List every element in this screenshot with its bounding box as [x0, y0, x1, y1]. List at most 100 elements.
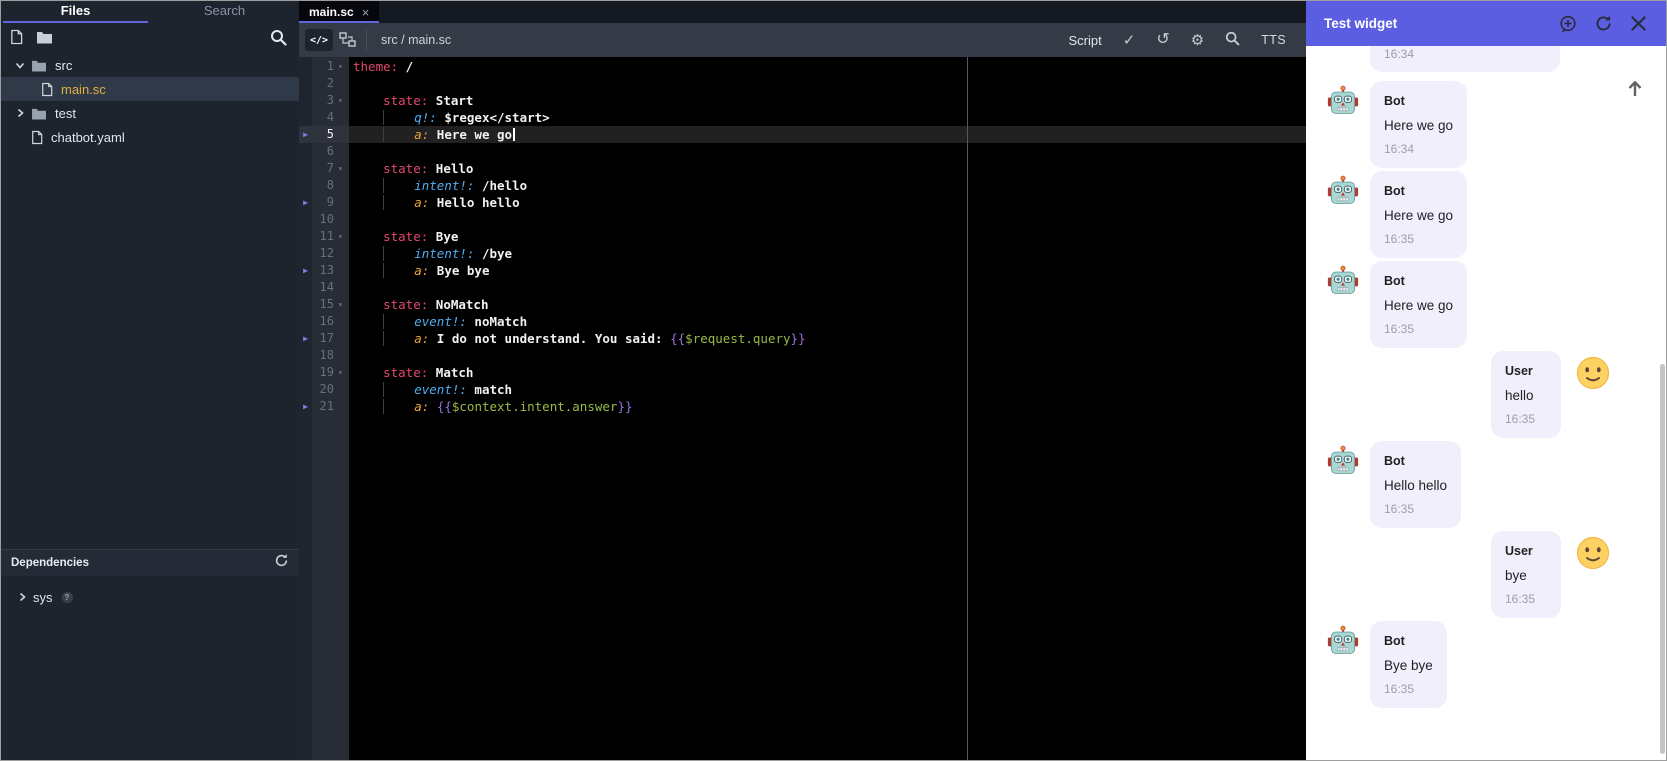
- code-line-7[interactable]: 7 ▾ state: Hello: [299, 160, 1306, 177]
- code-view-button[interactable]: </>: [305, 29, 333, 51]
- code-line-15[interactable]: 15 ▾ state: NoMatch: [299, 296, 1306, 313]
- line-number[interactable]: 8: [312, 177, 336, 194]
- code-text[interactable]: [349, 211, 1306, 228]
- chevron-right-icon[interactable]: [9, 108, 31, 118]
- code-text[interactable]: intent!: /bye: [349, 245, 1306, 262]
- fold-arrow-icon[interactable]: ▾: [336, 296, 349, 313]
- line-number[interactable]: 17: [312, 330, 336, 347]
- code-text[interactable]: theme: /: [349, 58, 1306, 75]
- chevron-right-icon[interactable]: [11, 592, 33, 602]
- tree-item-chatbot.yaml[interactable]: chatbot.yaml: [1, 125, 299, 149]
- code-text[interactable]: intent!: /hello: [349, 177, 1306, 194]
- line-number[interactable]: 4: [312, 109, 336, 126]
- code-line-16[interactable]: 16 event!: noMatch: [299, 313, 1306, 330]
- line-number[interactable]: 11: [312, 228, 336, 245]
- close-widget-icon[interactable]: [1629, 14, 1648, 33]
- line-number[interactable]: 10: [312, 211, 336, 228]
- code-text[interactable]: state: Hello: [349, 160, 1306, 177]
- chevron-down-icon[interactable]: [9, 61, 31, 70]
- fold-arrow-icon[interactable]: ▾: [336, 92, 349, 109]
- code-text[interactable]: state: Bye: [349, 228, 1306, 245]
- line-number[interactable]: 13: [312, 262, 336, 279]
- code-line-19[interactable]: 19 ▾ state: Match: [299, 364, 1306, 381]
- tree-item-src[interactable]: src: [1, 53, 299, 77]
- dependency-item-sys[interactable]: sys ?: [1, 585, 299, 609]
- debug-play-icon[interactable]: ▶: [299, 194, 312, 211]
- code-line-4[interactable]: 4 q!: $regex</start>: [299, 109, 1306, 126]
- line-number[interactable]: 1: [312, 58, 336, 75]
- line-number[interactable]: 2: [312, 75, 336, 92]
- code-line-10[interactable]: 10: [299, 211, 1306, 228]
- code-editor[interactable]: 1 ▾ theme: /2 3 ▾ state: Start 4 q!: $regex</…: [299, 57, 1306, 760]
- code-text[interactable]: [349, 279, 1306, 296]
- tts-button[interactable]: TTS: [1261, 33, 1286, 47]
- code-text[interactable]: a: I do not understand. You said: {{$req…: [349, 330, 1306, 347]
- scroll-to-top-icon[interactable]: [1622, 76, 1648, 102]
- tree-item-test[interactable]: test: [1, 101, 299, 125]
- line-number[interactable]: 9: [312, 194, 336, 211]
- line-number[interactable]: 20: [312, 381, 336, 398]
- debug-play-icon[interactable]: ▶: [299, 398, 312, 415]
- code-line-6[interactable]: 6: [299, 143, 1306, 160]
- fold-arrow-icon[interactable]: ▾: [336, 160, 349, 177]
- undo-icon[interactable]: ↺: [1156, 32, 1169, 48]
- chat-history[interactable]: 16:34 Bot Here we go 16:34 Bot Here we go 16:…: [1306, 46, 1666, 760]
- new-folder-icon[interactable]: [36, 30, 53, 44]
- code-line-11[interactable]: 11 ▾ state: Bye: [299, 228, 1306, 245]
- code-text[interactable]: state: NoMatch: [349, 296, 1306, 313]
- code-line-17[interactable]: ▶ 17 a: I do not understand. You said: {{…: [299, 330, 1306, 347]
- new-dialog-icon[interactable]: [1558, 14, 1578, 34]
- code-text[interactable]: [349, 347, 1306, 364]
- debug-play-icon[interactable]: ▶: [299, 126, 312, 143]
- fold-arrow-icon[interactable]: ▾: [336, 364, 349, 381]
- code-line-9[interactable]: ▶ 9 a: Hello hello: [299, 194, 1306, 211]
- line-number[interactable]: 18: [312, 347, 336, 364]
- fold-arrow-icon[interactable]: ▾: [336, 58, 349, 75]
- flow-view-button[interactable]: [339, 32, 356, 48]
- line-number[interactable]: 7: [312, 160, 336, 177]
- tree-item-main.sc[interactable]: main.sc: [1, 77, 299, 101]
- debug-play-icon[interactable]: ▶: [299, 330, 312, 347]
- tab-search[interactable]: Search: [150, 1, 299, 23]
- code-text[interactable]: a: {{$context.intent.answer}}: [349, 398, 1306, 415]
- code-text[interactable]: [349, 75, 1306, 92]
- fold-arrow-icon[interactable]: ▾: [336, 228, 349, 245]
- line-number[interactable]: 16: [312, 313, 336, 330]
- code-text[interactable]: a: Bye bye: [349, 262, 1306, 279]
- line-number[interactable]: 21: [312, 398, 336, 415]
- tree-search-icon[interactable]: [270, 29, 287, 46]
- validate-check-icon[interactable]: ✓: [1123, 33, 1136, 48]
- code-line-21[interactable]: ▶ 21 a: {{$context.intent.answer}}: [299, 398, 1306, 415]
- code-line-12[interactable]: 12 intent!: /bye: [299, 245, 1306, 262]
- line-number[interactable]: 5: [312, 126, 336, 143]
- code-text[interactable]: event!: noMatch: [349, 313, 1306, 330]
- code-line-2[interactable]: 2: [299, 75, 1306, 92]
- code-line-1[interactable]: 1 ▾ theme: /: [299, 58, 1306, 75]
- code-line-14[interactable]: 14: [299, 279, 1306, 296]
- refresh-dependencies-icon[interactable]: [274, 553, 289, 573]
- code-line-20[interactable]: 20 event!: match: [299, 381, 1306, 398]
- help-icon[interactable]: ?: [61, 591, 73, 603]
- chat-scrollbar-thumb[interactable]: [1660, 364, 1665, 754]
- line-number[interactable]: 15: [312, 296, 336, 313]
- editor-tab-main-sc[interactable]: main.sc ×: [299, 1, 380, 23]
- line-number[interactable]: 6: [312, 143, 336, 160]
- code-line-5[interactable]: ▶ 5 a: Here we go: [299, 126, 1306, 143]
- new-file-icon[interactable]: [10, 29, 23, 45]
- editor-search-icon[interactable]: [1225, 31, 1240, 49]
- code-text[interactable]: state: Match: [349, 364, 1306, 381]
- settings-gear-icon[interactable]: ⚙: [1191, 33, 1204, 48]
- code-line-13[interactable]: ▶ 13 a: Bye bye: [299, 262, 1306, 279]
- code-text[interactable]: q!: $regex</start>: [349, 109, 1306, 126]
- code-line-8[interactable]: 8 intent!: /hello: [299, 177, 1306, 194]
- restart-session-icon[interactable]: [1594, 14, 1613, 33]
- code-line-18[interactable]: 18: [299, 347, 1306, 364]
- code-text[interactable]: a: Hello hello: [349, 194, 1306, 211]
- line-number[interactable]: 12: [312, 245, 336, 262]
- line-number[interactable]: 3: [312, 92, 336, 109]
- code-text[interactable]: a: Here we go: [349, 126, 1306, 143]
- tab-files[interactable]: Files: [1, 1, 150, 23]
- line-number[interactable]: 14: [312, 279, 336, 296]
- mode-select[interactable]: Script: [1069, 33, 1102, 48]
- code-text[interactable]: state: Start: [349, 92, 1306, 109]
